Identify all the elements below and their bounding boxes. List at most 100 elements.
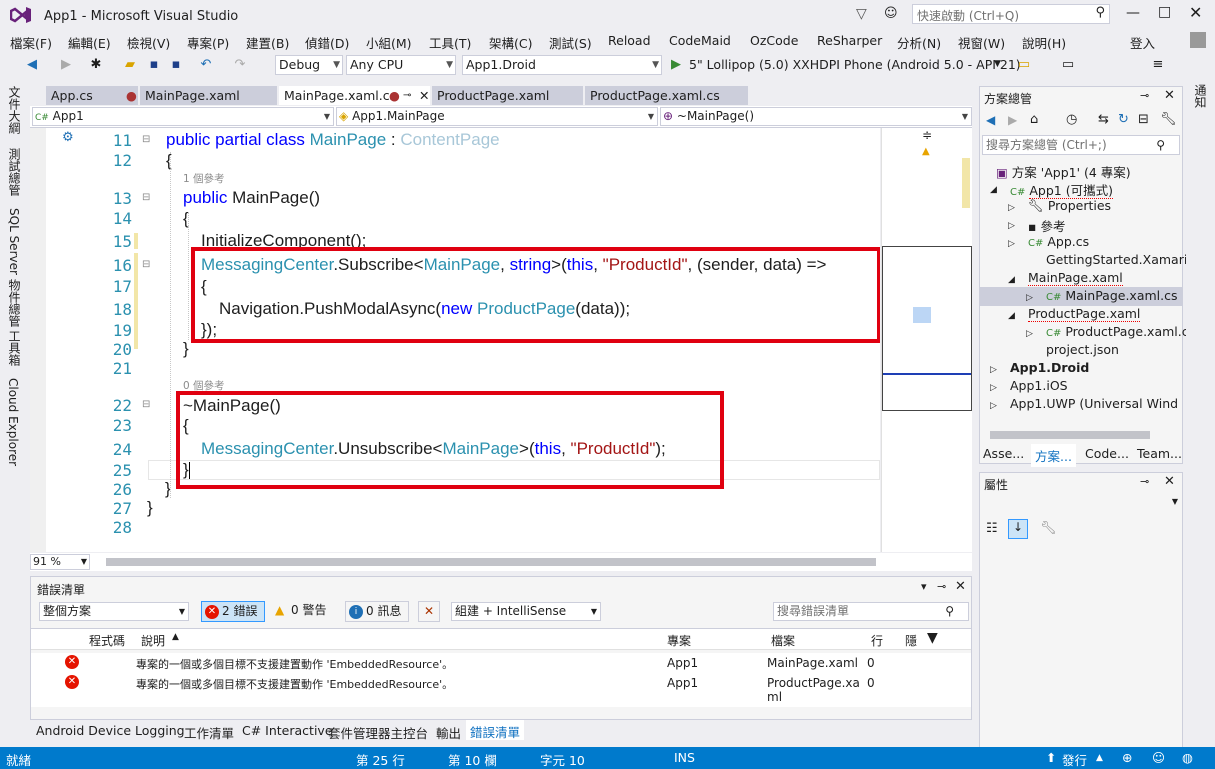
alphabetical-icon[interactable]: ↓: [1008, 519, 1028, 539]
sql-server-explorer-tab[interactable]: SQL Server 物件總管: [6, 208, 23, 327]
home-icon[interactable]: ⌂: [1030, 112, 1038, 127]
menu-architecture[interactable]: 架構(C): [489, 33, 532, 52]
tab-error-list[interactable]: 錯誤清單: [466, 720, 525, 740]
tree-productpage-xaml[interactable]: ProductPage.xaml: [1028, 306, 1141, 322]
fold-lambda-icon[interactable]: ⊟: [142, 259, 150, 270]
reference-hint[interactable]: 1 個參考: [183, 171, 225, 186]
quick-launch-input[interactable]: 快速啟動 (Ctrl+Q) ⚲: [912, 4, 1110, 24]
menu-reload[interactable]: Reload: [608, 33, 651, 48]
horizontal-scrollbar[interactable]: [990, 431, 1150, 439]
menu-resharper[interactable]: ReSharper: [817, 33, 882, 48]
tab-android-device-logging[interactable]: Android Device Logging: [36, 723, 185, 738]
close-button[interactable]: ✕: [1189, 3, 1202, 22]
device-icon[interactable]: ▭: [1060, 57, 1076, 73]
menu-ozcode[interactable]: OzCode: [750, 33, 798, 48]
code-editor[interactable]: ⚙ 11 12 13 14 15 16 17 18 19 20 21 22 23…: [46, 128, 880, 552]
tab-mainpage-xaml[interactable]: MainPage.xaml: [140, 86, 278, 105]
menu-tools[interactable]: 工具(T): [429, 33, 471, 52]
build-intellisense-select[interactable]: 組建 + IntelliSense ▼: [451, 602, 601, 621]
tab-code-map[interactable]: Code...: [1085, 446, 1129, 461]
notifications-tab[interactable]: 通知: [1192, 84, 1209, 108]
close-panel-icon[interactable]: ✕: [1164, 88, 1175, 103]
close-panel-icon[interactable]: ✕: [955, 579, 966, 594]
split-icon[interactable]: ≑: [922, 128, 932, 142]
nav-project-select[interactable]: C# App1 ▼: [32, 107, 334, 126]
menu-analyze[interactable]: 分析(N): [897, 33, 941, 52]
pin-icon[interactable]: ⊸: [1140, 475, 1149, 488]
solution-search-input[interactable]: 搜尋方案總管 (Ctrl+;) ⚲: [982, 135, 1180, 155]
col-suppression[interactable]: 隱: [905, 632, 917, 649]
save-all-icon[interactable]: ▪: [168, 57, 184, 73]
fold-ctor-icon[interactable]: ⊟: [142, 192, 150, 203]
tree-references[interactable]: ▪ 參考: [1028, 216, 1065, 235]
tree-project-json[interactable]: project.json: [1046, 342, 1119, 357]
close-panel-icon[interactable]: ✕: [1164, 474, 1175, 489]
tab-productpage-xaml-cs[interactable]: ProductPage.xaml.cs: [585, 86, 749, 105]
startup-project-select[interactable]: App1.Droid ▼: [462, 55, 662, 75]
tab-assets[interactable]: Asse...: [983, 446, 1024, 461]
categorized-icon[interactable]: ☷: [986, 521, 998, 536]
nav-class-select[interactable]: ◈ App1.MainPage ▼: [336, 107, 658, 126]
horizontal-scrollbar[interactable]: [106, 558, 876, 566]
platform-select[interactable]: Any CPU ▼: [346, 55, 456, 75]
col-description[interactable]: 說明: [141, 632, 165, 649]
menu-view[interactable]: 檢視(V): [127, 33, 170, 52]
tree-app1-ios[interactable]: App1.iOS: [1010, 378, 1068, 393]
tree-app1-droid[interactable]: App1.Droid: [1010, 360, 1089, 375]
redo-icon[interactable]: ↷: [232, 57, 248, 73]
col-line[interactable]: 行: [871, 632, 883, 649]
fold-dtor-icon[interactable]: ⊟: [142, 399, 150, 410]
minimap-viewport[interactable]: [882, 246, 972, 411]
menu-edit[interactable]: 編輯(E): [68, 33, 111, 52]
tab-team-explorer[interactable]: Team...: [1137, 446, 1182, 461]
menu-test[interactable]: 測試(S): [549, 33, 592, 52]
search-icon[interactable]: ⚲: [1095, 5, 1105, 20]
panel-menu-icon[interactable]: ▾: [921, 580, 927, 593]
collapse-all-icon[interactable]: ⊟: [1138, 112, 1149, 127]
align-icon[interactable]: ≡: [1150, 57, 1166, 73]
avatar[interactable]: [1190, 32, 1206, 48]
feedback-icon[interactable]: ☺: [884, 6, 898, 21]
pin-icon[interactable]: ⊸: [1140, 89, 1149, 102]
tab-package-manager-console[interactable]: 套件管理器主控台: [328, 723, 428, 742]
cloud-explorer-tab[interactable]: Cloud Explorer: [6, 378, 20, 466]
tree-app1-uwp[interactable]: App1.UWP (Universal Wind: [1010, 396, 1178, 411]
messages-filter-button[interactable]: i0 訊息: [345, 601, 409, 622]
refresh-icon[interactable]: ↻: [1118, 112, 1129, 127]
undo-icon[interactable]: ↶: [198, 57, 214, 73]
menu-window[interactable]: 視窗(W): [958, 33, 1005, 52]
zoom-select[interactable]: 91 % ▼: [30, 554, 90, 570]
tree-mainpage-xaml-cs[interactable]: C# MainPage.xaml.cs: [1046, 288, 1178, 303]
tree-solution[interactable]: ▣ 方案 'App1' (4 專案): [996, 162, 1131, 181]
toolbox-tab[interactable]: 工具箱: [6, 330, 23, 366]
nav-member-select[interactable]: ⊕ ~MainPage() ▼: [660, 107, 972, 126]
menu-file[interactable]: 檔案(F): [10, 33, 52, 52]
solution-config-select[interactable]: Debug ▼: [275, 55, 343, 75]
tree-mainpage-xaml[interactable]: MainPage.xaml: [1028, 270, 1123, 286]
tab-app-cs[interactable]: App.cs ●: [46, 86, 139, 105]
sync-icon[interactable]: ⇆: [1098, 112, 1109, 127]
error-search-input[interactable]: 搜尋錯誤清單 ⚲: [773, 602, 969, 621]
publish-dropdown-icon[interactable]: ▲: [1096, 753, 1103, 763]
minimize-button[interactable]: —: [1126, 5, 1140, 21]
open-folder-icon[interactable]: ▰: [122, 57, 138, 73]
forward-icon[interactable]: ▶: [1008, 113, 1017, 127]
document-outline-tab[interactable]: 文件大綱: [6, 86, 23, 134]
fold-class-icon[interactable]: ⊟: [142, 134, 150, 145]
tab-csharp-interactive[interactable]: C# Interactive: [242, 723, 333, 738]
tab-mainpage-xaml-cs[interactable]: MainPage.xaml.cs ● ⊸ ✕: [279, 86, 431, 105]
publish-icon[interactable]: ⬆: [1046, 750, 1056, 765]
menu-project[interactable]: 專案(P): [187, 33, 229, 52]
tab-solution[interactable]: 方案...: [1031, 444, 1076, 467]
scope-select[interactable]: 整個方案 ▼: [39, 602, 189, 621]
error-row[interactable]: ✕ 專案的一個或多個目標不支援建置動作 'EmbeddedResource'。 …: [31, 673, 971, 707]
wrench-icon[interactable]: 🔧︎: [1160, 112, 1177, 127]
history-icon[interactable]: ◷: [1066, 112, 1077, 127]
error-row[interactable]: ✕ 專案的一個或多個目標不支援建置動作 'EmbeddedResource'。 …: [31, 653, 971, 673]
codelens-icon[interactable]: ⚙: [62, 130, 74, 145]
menu-help[interactable]: 說明(H): [1022, 33, 1066, 52]
download-icon[interactable]: ⊕: [1122, 750, 1132, 765]
back-icon[interactable]: ◀: [24, 57, 40, 73]
forward-icon[interactable]: ▶: [58, 57, 74, 73]
build-filter-icon[interactable]: ✕: [418, 601, 440, 622]
